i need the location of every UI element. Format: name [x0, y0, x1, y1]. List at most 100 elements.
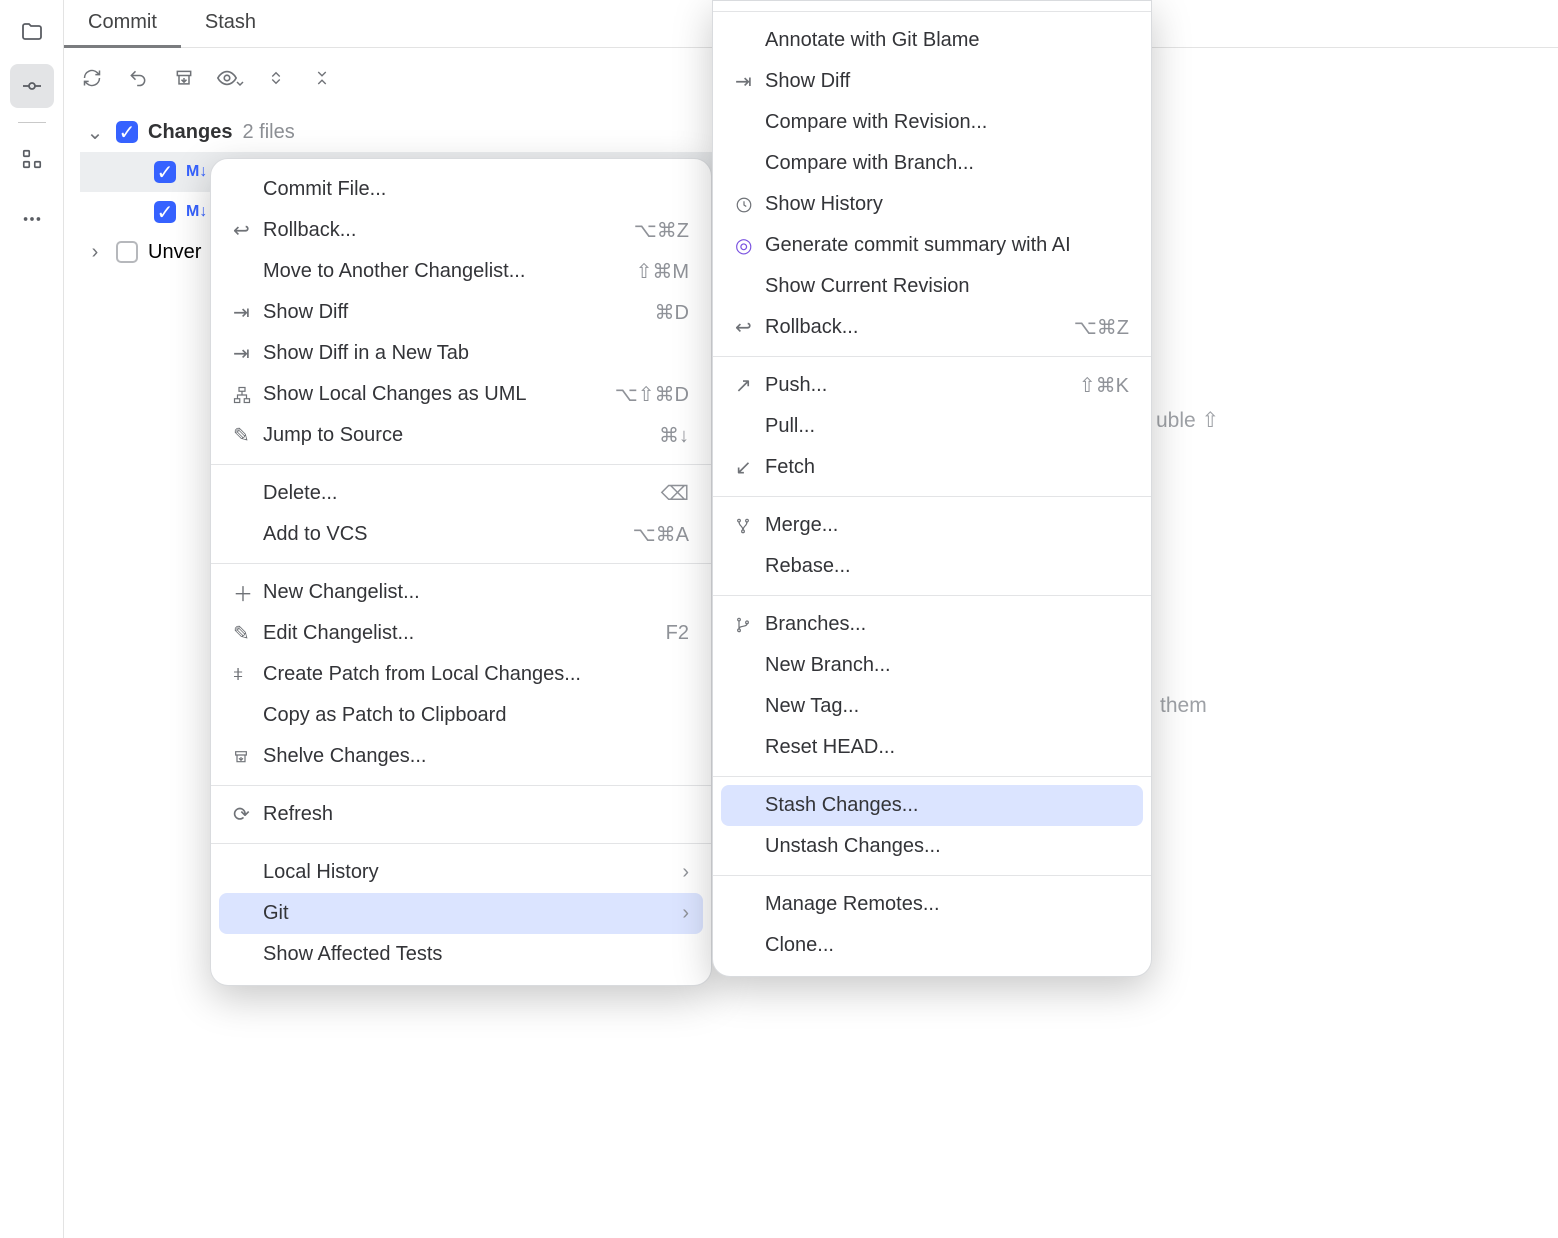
- rollback-icon[interactable]: [124, 64, 152, 92]
- menu-jump-source[interactable]: ✎Jump to Source⌘↓: [211, 415, 711, 456]
- unversioned-checkbox[interactable]: [116, 241, 138, 263]
- tab-commit[interactable]: Commit: [64, 0, 181, 48]
- git-submenu: Annotate with Git Blame ⇥Show Diff Compa…: [712, 0, 1152, 977]
- menu-copy-patch[interactable]: Copy as Patch to Clipboard: [211, 695, 711, 736]
- menu-git[interactable]: Git›: [219, 893, 703, 934]
- menu-fetch[interactable]: ↙Fetch: [713, 447, 1151, 488]
- changes-node[interactable]: ⌄ ✓ Changes 2 files: [80, 112, 720, 152]
- diff-icon: ⇥: [233, 341, 263, 366]
- background-hint-them: them: [1160, 694, 1207, 718]
- expand-icon[interactable]: [262, 64, 290, 92]
- menu-separator: [713, 496, 1151, 497]
- menu-push[interactable]: ↗Push...⇧⌘K: [713, 365, 1151, 406]
- menu-unstash[interactable]: Unstash Changes...: [713, 826, 1151, 867]
- patch-icon: ⧧: [233, 663, 263, 686]
- diff-icon: ⇥: [233, 300, 263, 325]
- menu-add-vcs[interactable]: Add to VCS⌥⌘A: [211, 514, 711, 555]
- chevron-right-icon: ›: [682, 902, 689, 925]
- menu-show-history[interactable]: Show History: [713, 184, 1151, 225]
- fetch-icon: ↙: [735, 455, 765, 480]
- pencil-icon: ✎: [233, 621, 263, 646]
- menu-affected-tests[interactable]: Show Affected Tests: [211, 934, 711, 975]
- menu-show-diff-tab[interactable]: ⇥Show Diff in a New Tab: [211, 333, 711, 374]
- rollback-icon: ↩: [735, 315, 765, 340]
- show-diff-icon[interactable]: [216, 64, 244, 92]
- file-checkbox[interactable]: ✓: [154, 161, 176, 183]
- chevron-right-icon: ›: [682, 861, 689, 884]
- project-folder-icon[interactable]: [10, 10, 54, 54]
- menu-reset-head[interactable]: Reset HEAD...: [713, 727, 1151, 768]
- menu-manage-remotes[interactable]: Manage Remotes...: [713, 884, 1151, 925]
- changes-checkbox[interactable]: ✓: [116, 121, 138, 143]
- menu-commit-file[interactable]: Commit File...: [211, 169, 711, 210]
- menu-compare-revision[interactable]: Compare with Revision...: [713, 102, 1151, 143]
- modified-badge-icon: M↓: [186, 203, 207, 221]
- background-hint-double-shift: uble ⇧: [1156, 408, 1219, 433]
- rollback-icon: ↩: [233, 218, 263, 243]
- merge-icon: [735, 518, 765, 534]
- menu-rollback-git[interactable]: ↩Rollback...⌥⌘Z: [713, 307, 1151, 348]
- changes-label: Changes: [148, 121, 232, 144]
- ai-icon: ◎: [735, 233, 765, 258]
- menu-generate-ai[interactable]: ◎Generate commit summary with AI: [713, 225, 1151, 266]
- menu-merge[interactable]: Merge...: [713, 505, 1151, 546]
- chevron-right-icon[interactable]: ›: [84, 241, 106, 264]
- menu-show-diff-git[interactable]: ⇥Show Diff: [713, 61, 1151, 102]
- chevron-down-icon[interactable]: ⌄: [84, 120, 106, 145]
- modified-badge-icon: M↓: [186, 163, 207, 181]
- plus-icon: ＋: [233, 578, 263, 607]
- menu-local-history[interactable]: Local History›: [211, 852, 711, 893]
- menu-refresh[interactable]: ⟳Refresh: [211, 794, 711, 835]
- menu-show-uml[interactable]: Show Local Changes as UML⌥⇧⌘D: [211, 374, 711, 415]
- menu-clone[interactable]: Clone...: [713, 925, 1151, 966]
- menu-separator: [713, 356, 1151, 357]
- menu-move-changelist[interactable]: Move to Another Changelist...⇧⌘M: [211, 251, 711, 292]
- menu-separator: [211, 785, 711, 786]
- menu-show-current-rev[interactable]: Show Current Revision: [713, 266, 1151, 307]
- shelve-icon: [233, 749, 263, 765]
- changes-count: 2 files: [242, 121, 294, 144]
- refresh-icon: ⟳: [233, 802, 263, 827]
- tab-stash[interactable]: Stash: [181, 0, 280, 48]
- menu-delete[interactable]: Delete...⌫: [211, 473, 711, 514]
- menu-new-tag[interactable]: New Tag...: [713, 686, 1151, 727]
- rail-divider: [18, 122, 46, 123]
- menu-stash-changes[interactable]: Stash Changes...: [721, 785, 1143, 826]
- commit-toolbar: [78, 56, 336, 100]
- collapse-icon[interactable]: [308, 64, 336, 92]
- menu-new-changelist[interactable]: ＋New Changelist...: [211, 572, 711, 613]
- file-checkbox[interactable]: ✓: [154, 201, 176, 223]
- menu-create-patch[interactable]: ⧧Create Patch from Local Changes...: [211, 654, 711, 695]
- menu-annotate[interactable]: Annotate with Git Blame: [713, 20, 1151, 61]
- menu-new-branch[interactable]: New Branch...: [713, 645, 1151, 686]
- uml-icon: [233, 386, 263, 404]
- unversioned-label: Unver: [148, 241, 201, 264]
- menu-separator: [713, 11, 1151, 12]
- menu-separator: [211, 563, 711, 564]
- shelve-icon[interactable]: [170, 64, 198, 92]
- context-menu-changes: Commit File... ↩Rollback...⌥⌘Z Move to A…: [210, 158, 712, 986]
- structure-icon[interactable]: [10, 137, 54, 181]
- menu-separator: [713, 595, 1151, 596]
- more-icon[interactable]: [10, 197, 54, 241]
- push-icon: ↗: [735, 373, 765, 398]
- pencil-icon: ✎: [233, 423, 263, 448]
- menu-separator: [713, 875, 1151, 876]
- menu-rollback[interactable]: ↩Rollback...⌥⌘Z: [211, 210, 711, 251]
- clock-icon: [735, 196, 765, 214]
- menu-pull[interactable]: Pull...: [713, 406, 1151, 447]
- menu-separator: [713, 776, 1151, 777]
- branch-icon: [735, 617, 765, 633]
- menu-separator: [211, 464, 711, 465]
- menu-edit-changelist[interactable]: ✎Edit Changelist...F2: [211, 613, 711, 654]
- menu-show-diff[interactable]: ⇥Show Diff⌘D: [211, 292, 711, 333]
- refresh-icon[interactable]: [78, 64, 106, 92]
- commit-tool-icon[interactable]: [10, 64, 54, 108]
- menu-separator: [211, 843, 711, 844]
- menu-branches[interactable]: Branches...: [713, 604, 1151, 645]
- menu-shelve[interactable]: Shelve Changes...: [211, 736, 711, 777]
- menu-rebase[interactable]: Rebase...: [713, 546, 1151, 587]
- diff-icon: ⇥: [735, 69, 765, 94]
- left-icon-rail: [0, 0, 64, 1238]
- menu-compare-branch[interactable]: Compare with Branch...: [713, 143, 1151, 184]
